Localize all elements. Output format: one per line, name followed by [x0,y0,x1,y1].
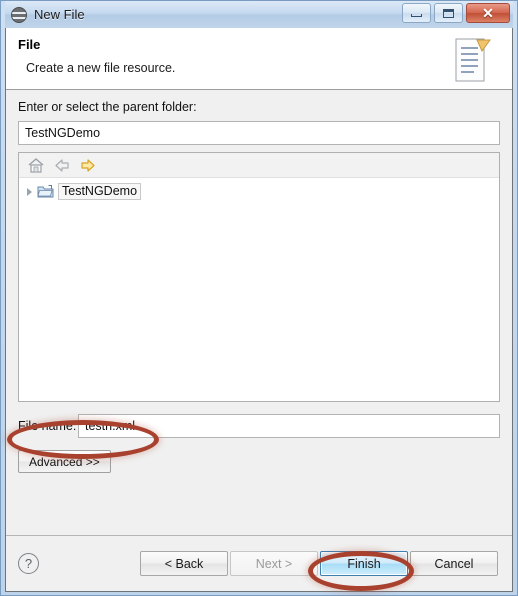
window-title: New File [34,7,85,22]
filename-row: File name: [18,414,500,438]
maximize-icon [443,8,454,18]
forward-arrow-icon[interactable] [79,157,97,174]
back-arrow-icon[interactable] [53,157,71,174]
dialog-content: Enter or select the parent folder: TestN… [6,90,512,535]
title-bar: New File ✕ [5,1,513,28]
next-button: Next > [230,551,318,576]
cancel-button[interactable]: Cancel [410,551,498,576]
maximize-button[interactable] [434,3,463,23]
parent-folder-input[interactable] [18,121,500,145]
wizard-button-group: < Back Next > Finish Cancel [140,551,498,576]
filename-input[interactable] [78,414,500,438]
chevron-right-icon[interactable] [27,187,32,196]
back-button[interactable]: < Back [140,551,228,576]
page-title: File [18,37,41,52]
close-button[interactable]: ✕ [466,3,510,23]
dialog-button-bar: ? < Back Next > Finish Cancel [6,535,512,591]
filename-label: File name: [18,419,77,433]
dialog-body: File Create a new file resource. Enter o… [5,28,513,592]
project-folder-icon [37,185,54,198]
new-file-page-icon [455,38,491,82]
home-icon[interactable] [27,157,45,174]
finish-button[interactable]: Finish [320,551,408,576]
tree-body: TestNGDemo [19,178,499,401]
wizard-header: File Create a new file resource. [6,28,512,90]
window-controls: ✕ [402,3,510,23]
minimize-icon [411,14,422,17]
tree-toolbar [19,153,499,178]
advanced-button[interactable]: Advanced >> [18,450,111,473]
page-description: Create a new file resource. [26,61,176,75]
new-file-dialog-window: New File ✕ File Create a new file resour… [0,0,518,596]
parent-folder-label: Enter or select the parent folder: [18,100,197,114]
tree-item-label: TestNGDemo [58,183,142,200]
eclipse-circle-icon [11,6,27,23]
help-icon[interactable]: ? [18,553,39,574]
minimize-button[interactable] [402,3,431,23]
folder-tree-panel: TestNGDemo [18,152,500,402]
tree-item-testngdemo[interactable]: TestNGDemo [19,182,499,201]
close-icon: ✕ [482,5,494,21]
